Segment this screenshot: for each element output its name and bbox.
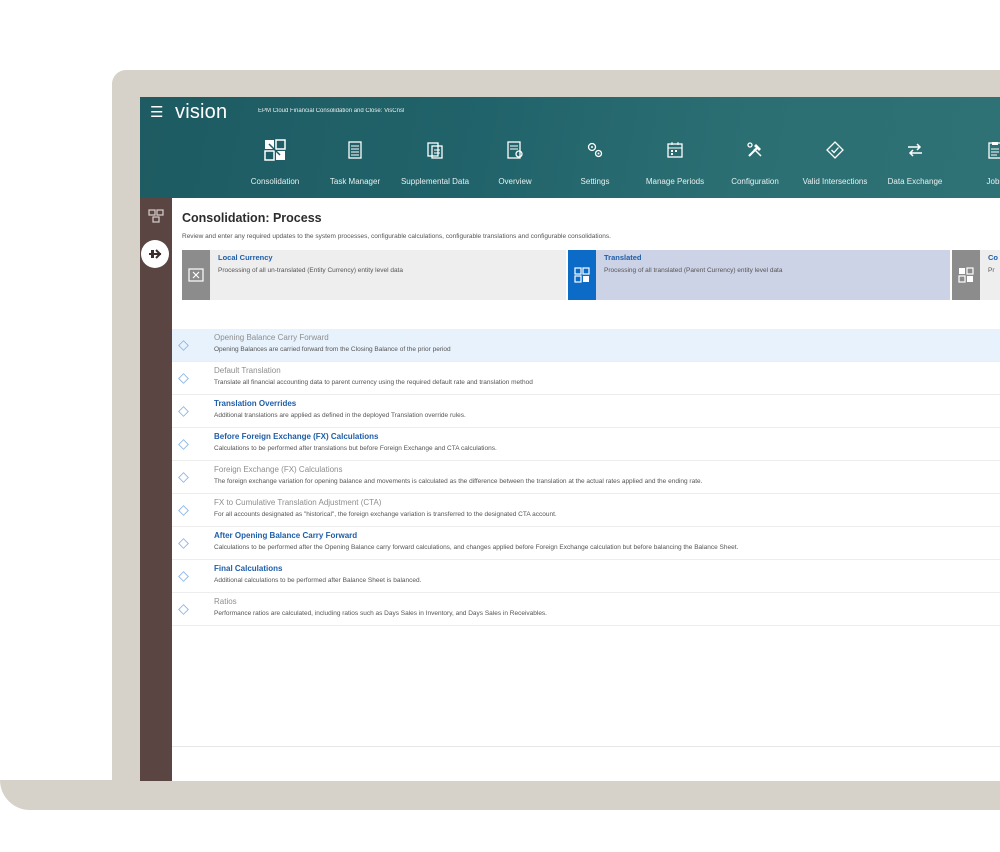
row-title: Foreign Exchange (FX) Calculations — [214, 465, 343, 474]
row-description: Opening Balances are carried forward fro… — [214, 346, 451, 353]
diamond-icon — [178, 340, 189, 351]
row-description: Calculations to be performed after trans… — [214, 445, 497, 452]
nav-label: Data Exchange — [887, 177, 943, 186]
list-item[interactable]: Final Calculations Additional calculatio… — [172, 560, 1000, 593]
row-description: Performance ratios are calculated, inclu… — [214, 610, 547, 617]
page-title: Consolidation: Process — [182, 211, 322, 225]
main-content: Consolidation: Process Review and enter … — [172, 198, 1000, 781]
row-description: Additional calculations to be performed … — [214, 577, 422, 584]
nav-label: Configuration — [731, 177, 779, 186]
card-description: Pr — [988, 267, 995, 274]
card-translated[interactable]: Translated Processing of all translated … — [568, 250, 950, 300]
list-item[interactable]: After Opening Balance Carry Forward Calc… — [172, 527, 1000, 560]
consolidation-icon — [264, 139, 286, 161]
nav-label: Consolidation — [250, 177, 300, 186]
tasks-icon[interactable] — [148, 208, 164, 224]
diamond-icon — [178, 604, 189, 615]
row-description: Calculations to be performed after the O… — [214, 544, 739, 551]
divider — [172, 746, 1000, 747]
nav-configuration[interactable]: Configuration — [715, 139, 795, 189]
nav-label: Jobs — [986, 177, 1000, 186]
list-item[interactable]: Before Foreign Exchange (FX) Calculation… — [172, 428, 1000, 461]
row-description: The foreign exchange variation for openi… — [214, 478, 703, 485]
diamond-icon — [178, 505, 189, 516]
card-local-currency[interactable]: Local Currency Processing of all un-tran… — [182, 250, 566, 300]
nav-label: Manage Periods — [645, 177, 705, 186]
app-header: ☰ vision EPM Cloud Financial Consolidati… — [140, 97, 1000, 198]
left-rail — [140, 198, 172, 781]
row-title: Default Translation — [214, 366, 281, 375]
nav-label: Supplemental Data — [400, 177, 470, 186]
list-item[interactable]: Translation Overrides Additional transla… — [172, 395, 1000, 428]
brand-logo: vision — [175, 101, 228, 123]
local-currency-icon — [182, 250, 210, 300]
navigator-bar: Consolidation Task Manager Supplemental … — [235, 139, 1000, 189]
card-title: Local Currency — [218, 253, 273, 262]
card-description: Processing of all translated (Parent Cur… — [604, 267, 783, 274]
nav-supplemental-data[interactable]: Supplemental Data — [395, 139, 475, 189]
configuration-icon — [744, 139, 766, 161]
row-title[interactable]: After Opening Balance Carry Forward — [214, 531, 357, 540]
row-title[interactable]: Translation Overrides — [214, 399, 296, 408]
card-description: Processing of all un-translated (Entity … — [218, 267, 403, 274]
nav-label: Settings — [580, 177, 610, 186]
diamond-icon — [178, 571, 189, 582]
data-exchange-icon — [904, 139, 926, 161]
diamond-icon — [178, 406, 189, 417]
row-title: Ratios — [214, 597, 237, 606]
row-title[interactable]: Before Foreign Exchange (FX) Calculation… — [214, 432, 378, 441]
row-title[interactable]: Final Calculations — [214, 564, 282, 573]
card-consolidated[interactable]: Co Pr — [952, 250, 1000, 300]
consolidated-icon — [952, 250, 980, 300]
app-screen: ☰ vision EPM Cloud Financial Consolidati… — [140, 97, 1000, 781]
row-title: Opening Balance Carry Forward — [214, 333, 329, 342]
nav-task-manager[interactable]: Task Manager — [315, 139, 395, 189]
menu-icon[interactable]: ☰ — [150, 105, 163, 120]
app-title: EPM Cloud Financial Consolidation and Cl… — [258, 108, 405, 114]
card-title: Translated — [604, 253, 642, 262]
overview-icon — [504, 139, 526, 161]
supplemental-data-icon — [424, 139, 446, 161]
list-item[interactable]: Default Translation Translate all financ… — [172, 362, 1000, 395]
nav-valid-intersections[interactable]: Valid Intersections — [795, 139, 875, 189]
nav-data-exchange[interactable]: Data Exchange — [875, 139, 955, 189]
row-description: For all accounts designated as "historic… — [214, 511, 557, 518]
nav-overview[interactable]: Overview — [475, 139, 555, 189]
jobs-icon — [984, 139, 1000, 161]
card-title: Co — [988, 253, 998, 262]
laptop-base — [0, 780, 1000, 810]
list-item[interactable]: FX to Cumulative Translation Adjustment … — [172, 494, 1000, 527]
list-item[interactable]: Ratios Performance ratios are calculated… — [172, 593, 1000, 626]
task-manager-icon — [344, 139, 366, 161]
row-description: Translate all financial accounting data … — [214, 379, 533, 386]
diamond-icon — [178, 439, 189, 450]
valid-intersections-icon — [824, 139, 846, 161]
nav-jobs[interactable]: Jobs — [955, 139, 1000, 189]
nav-label: Task Manager — [329, 177, 381, 186]
process-icon[interactable] — [141, 240, 169, 268]
manage-periods-icon — [664, 139, 686, 161]
nav-settings[interactable]: Settings — [555, 139, 635, 189]
settings-icon — [584, 139, 606, 161]
row-title: FX to Cumulative Translation Adjustment … — [214, 498, 382, 507]
process-list: Opening Balance Carry Forward Opening Ba… — [172, 329, 1000, 626]
diamond-icon — [178, 538, 189, 549]
list-item[interactable]: Opening Balance Carry Forward Opening Ba… — [172, 329, 1000, 362]
nav-label: Overview — [498, 177, 532, 186]
list-item[interactable]: Foreign Exchange (FX) Calculations The f… — [172, 461, 1000, 494]
nav-label: Valid Intersections — [802, 177, 868, 186]
page-description: Review and enter any required updates to… — [182, 233, 611, 240]
nav-consolidation[interactable]: Consolidation — [235, 139, 315, 189]
translated-icon — [568, 250, 596, 300]
diamond-icon — [178, 373, 189, 384]
nav-manage-periods[interactable]: Manage Periods — [635, 139, 715, 189]
row-description: Additional translations are applied as d… — [214, 412, 466, 419]
diamond-icon — [178, 472, 189, 483]
